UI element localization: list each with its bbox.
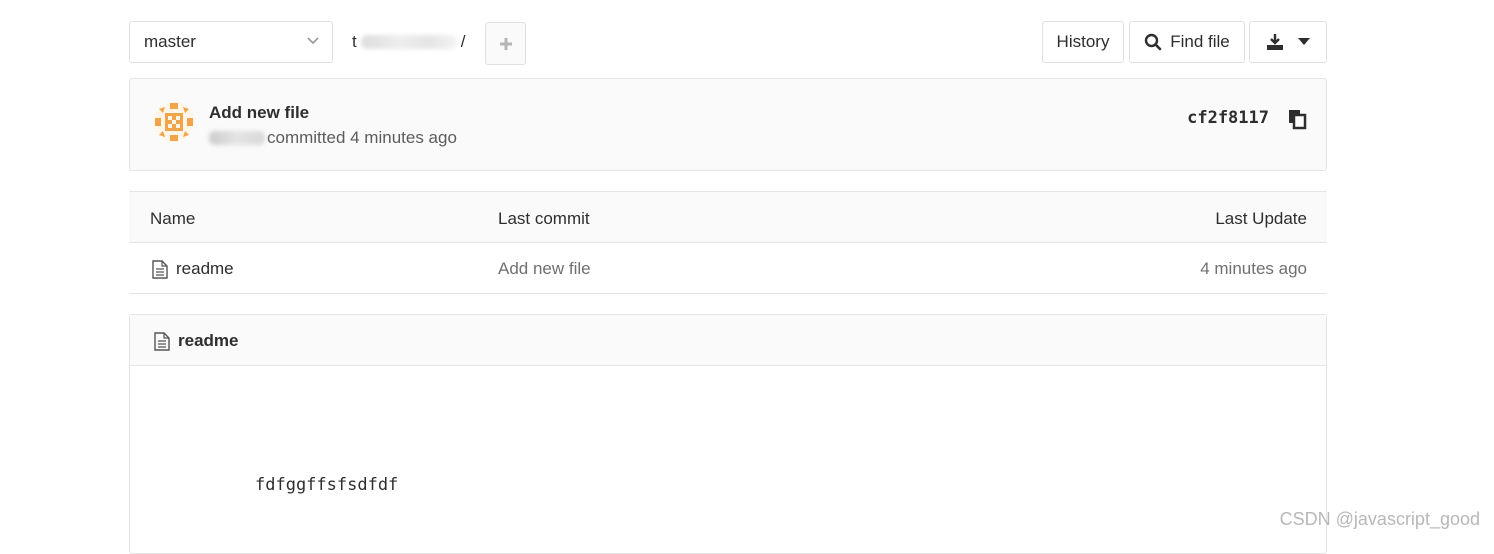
file-table-header: Name Last commit Last Update (129, 191, 1327, 243)
user-avatar[interactable] (153, 101, 195, 143)
breadcrumb: t / (352, 32, 465, 52)
file-last-update: 4 minutes ago (1200, 259, 1307, 278)
download-button[interactable] (1249, 21, 1327, 63)
copy-icon[interactable] (1287, 108, 1307, 130)
caret-down-icon (1298, 38, 1310, 45)
readme-content: fdfggffsfsdfdf (255, 475, 399, 495)
breadcrumb-project[interactable]: t (352, 32, 357, 52)
commit-meta: committed 4 minutes ago (209, 128, 457, 148)
file-name-link[interactable]: readme (176, 259, 234, 279)
search-icon (1145, 33, 1162, 51)
add-file-button[interactable] (485, 22, 526, 65)
branch-select[interactable]: master (129, 21, 333, 63)
last-commit-panel: Add new file committed 4 minutes ago cf2… (129, 78, 1327, 171)
column-name: Name (150, 209, 196, 228)
column-last-commit: Last commit (498, 209, 590, 228)
column-last-update: Last Update (1215, 209, 1307, 228)
breadcrumb-separator: / (460, 32, 466, 51)
readme-header: readme (130, 315, 1326, 366)
download-icon (1267, 34, 1283, 50)
commit-title[interactable]: Add new file (209, 103, 309, 123)
file-last-commit-link[interactable]: Add new file (498, 259, 591, 279)
plus-icon (499, 37, 512, 50)
find-file-button[interactable]: Find file (1129, 21, 1245, 63)
watermark: CSDN @javascript_good (1279, 509, 1480, 529)
readme-panel: readme fdfggffsfsdfdf (129, 314, 1327, 554)
table-row[interactable]: readme Add new file 4 minutes ago (129, 243, 1327, 294)
chevron-down-icon (307, 37, 319, 45)
readme-title[interactable]: readme (178, 331, 238, 351)
file-icon (154, 332, 170, 351)
redacted-author-name (209, 131, 265, 145)
history-label: History (1056, 32, 1110, 51)
file-icon (152, 260, 168, 279)
branch-name: master (144, 32, 196, 51)
history-button[interactable]: History (1042, 21, 1124, 63)
commit-meta-text: committed 4 minutes ago (267, 128, 457, 147)
redacted-project-name (360, 35, 457, 49)
commit-sha[interactable]: cf2f8117 (1187, 108, 1269, 128)
find-file-label: Find file (1170, 32, 1230, 51)
